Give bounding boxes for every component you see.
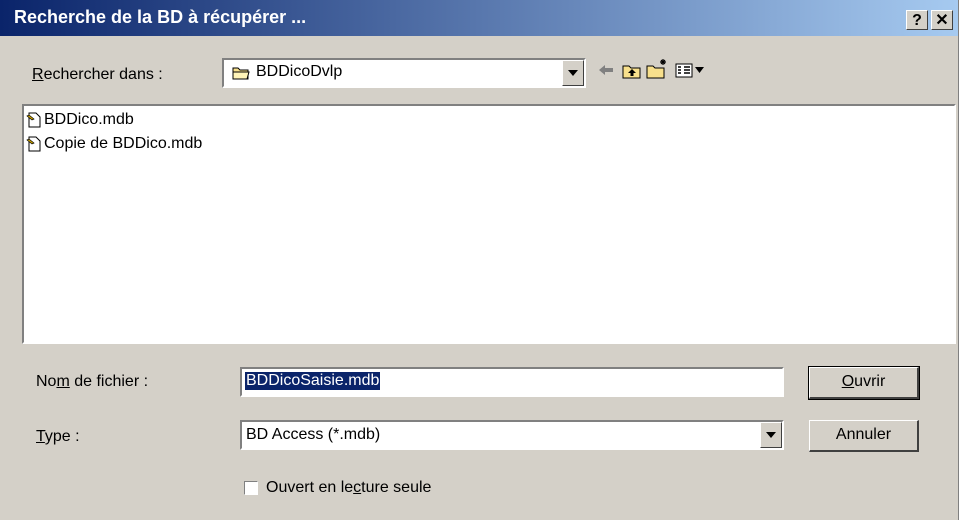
file-type-value: BD Access (*.mdb)	[246, 426, 381, 443]
look-in-combo[interactable]: BDDicoDvlp	[222, 58, 586, 88]
cancel-button[interactable]: Annuler	[809, 420, 919, 452]
file-list[interactable]: BDDico.mdb Copie de BDDico.mdb	[22, 104, 956, 344]
file-type-combo[interactable]: BD Access (*.mdb)	[240, 420, 784, 450]
file-name: BDDico.mdb	[44, 111, 134, 128]
help-button[interactable]: ?	[906, 10, 928, 30]
file-name-value: BDDicoSaisie.mdb	[245, 372, 381, 390]
file-item[interactable]: BDDico.mdb	[26, 109, 134, 131]
back-icon[interactable]	[597, 62, 615, 78]
new-folder-icon[interactable]	[646, 58, 668, 80]
file-name-label: Nom de fichier :	[36, 373, 149, 390]
view-menu-icon[interactable]	[675, 62, 705, 78]
chevron-down-icon	[568, 70, 578, 76]
up-folder-icon[interactable]	[622, 62, 642, 80]
access-db-icon	[26, 112, 41, 128]
open-file-dialog: Recherche de la BD à récupérer ... ? ✕ R…	[0, 0, 959, 520]
access-db-icon	[26, 136, 41, 152]
window-title: Recherche de la BD à récupérer ...	[14, 7, 307, 27]
read-only-label[interactable]: Ouvert en lecture seule	[266, 479, 431, 497]
file-type-dropdown-arrow[interactable]	[760, 422, 782, 448]
read-only-checkbox[interactable]	[244, 481, 258, 495]
look-in-value: BDDicoDvlp	[256, 63, 343, 80]
look-in-label: Rechercher dans :	[32, 66, 163, 83]
file-type-label: Type :	[36, 428, 80, 445]
folder-icon	[232, 67, 250, 80]
look-in-dropdown-arrow[interactable]	[562, 60, 584, 86]
close-button[interactable]: ✕	[931, 10, 953, 30]
chevron-down-icon	[766, 432, 776, 438]
title-bar[interactable]: Recherche de la BD à récupérer ... ? ✕	[0, 0, 958, 36]
file-name-input[interactable]: BDDicoSaisie.mdb	[240, 367, 784, 397]
file-item[interactable]: Copie de BDDico.mdb	[26, 133, 202, 155]
file-name: Copie de BDDico.mdb	[44, 135, 203, 152]
open-button[interactable]: Ouvrir	[808, 366, 920, 400]
